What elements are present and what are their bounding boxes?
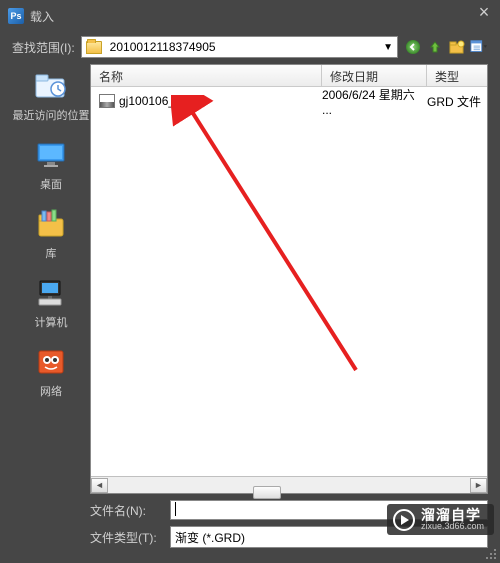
recent-places-icon [33, 68, 69, 104]
new-folder-button[interactable] [448, 38, 466, 56]
network-icon [33, 344, 69, 380]
watermark-sub: zixue.3d66.com [421, 522, 484, 531]
file-list-pane: 名称 修改日期 类型 gj100106_3.grd 2006/6/24 星期六 … [90, 64, 488, 494]
file-list[interactable]: gj100106_3.grd 2006/6/24 星期六 ... GRD 文件 [91, 87, 487, 476]
horizontal-scrollbar[interactable]: ◄ ► [91, 476, 487, 493]
library-icon [33, 206, 69, 242]
sidebar-recent[interactable]: 最近访问的位置 [13, 68, 90, 123]
app-icon: Ps [8, 8, 24, 24]
title-bar: Ps 载入 × [4, 4, 496, 28]
sidebar-recent-label: 最近访问的位置 [13, 107, 90, 123]
path-dropdown[interactable]: 2010012118374905 ▼ [81, 36, 398, 58]
sidebar-desktop-label: 桌面 [40, 176, 62, 192]
sidebar-library[interactable]: 库 [33, 206, 69, 261]
column-date[interactable]: 修改日期 [322, 65, 427, 86]
places-sidebar: 最近访问的位置 桌面 库 [12, 64, 90, 494]
file-date: 2006/6/24 星期六 ... [322, 87, 427, 117]
filetype-value: 渐变 (*.GRD) [175, 529, 245, 546]
sidebar-network[interactable]: 网络 [33, 344, 69, 399]
column-headers[interactable]: 名称 修改日期 类型 [91, 65, 487, 87]
play-icon [393, 509, 415, 531]
scroll-left-arrow[interactable]: ◄ [91, 478, 108, 493]
close-button[interactable]: × [474, 2, 494, 23]
filetype-label: 文件类型(T): [90, 529, 162, 546]
sidebar-desktop[interactable]: 桌面 [33, 137, 69, 192]
sidebar-network-label: 网络 [40, 383, 62, 399]
filename-label: 文件名(N): [90, 502, 162, 519]
sidebar-library-label: 库 [46, 245, 57, 261]
file-name: gj100106_3.grd [119, 94, 202, 108]
scroll-right-arrow[interactable]: ► [470, 478, 487, 493]
dropdown-arrow-icon: ▼ [383, 42, 393, 53]
column-type[interactable]: 类型 [427, 65, 487, 86]
folder-icon [86, 41, 102, 54]
column-name[interactable]: 名称 [91, 65, 322, 86]
view-menu-button[interactable] [470, 38, 488, 56]
file-type: GRD 文件 [427, 93, 487, 110]
scroll-thumb[interactable] [253, 486, 281, 499]
file-row[interactable]: gj100106_3.grd 2006/6/24 星期六 ... GRD 文件 [91, 91, 487, 111]
dialog-title: 载入 [30, 8, 54, 25]
desktop-icon [33, 137, 69, 173]
sidebar-computer-label: 计算机 [35, 314, 68, 330]
grd-file-icon [99, 94, 115, 108]
annotation-arrow [171, 95, 371, 385]
back-button[interactable] [404, 38, 422, 56]
sidebar-computer[interactable]: 计算机 [33, 275, 69, 330]
up-button[interactable] [426, 38, 444, 56]
watermark: 溜溜自学 zixue.3d66.com [387, 504, 494, 535]
watermark-main: 溜溜自学 [421, 508, 484, 522]
computer-icon [33, 275, 69, 311]
path-text: 2010012118374905 [110, 40, 216, 54]
resize-grip[interactable] [484, 547, 496, 559]
lookup-label: 查找范围(I): [12, 39, 75, 56]
